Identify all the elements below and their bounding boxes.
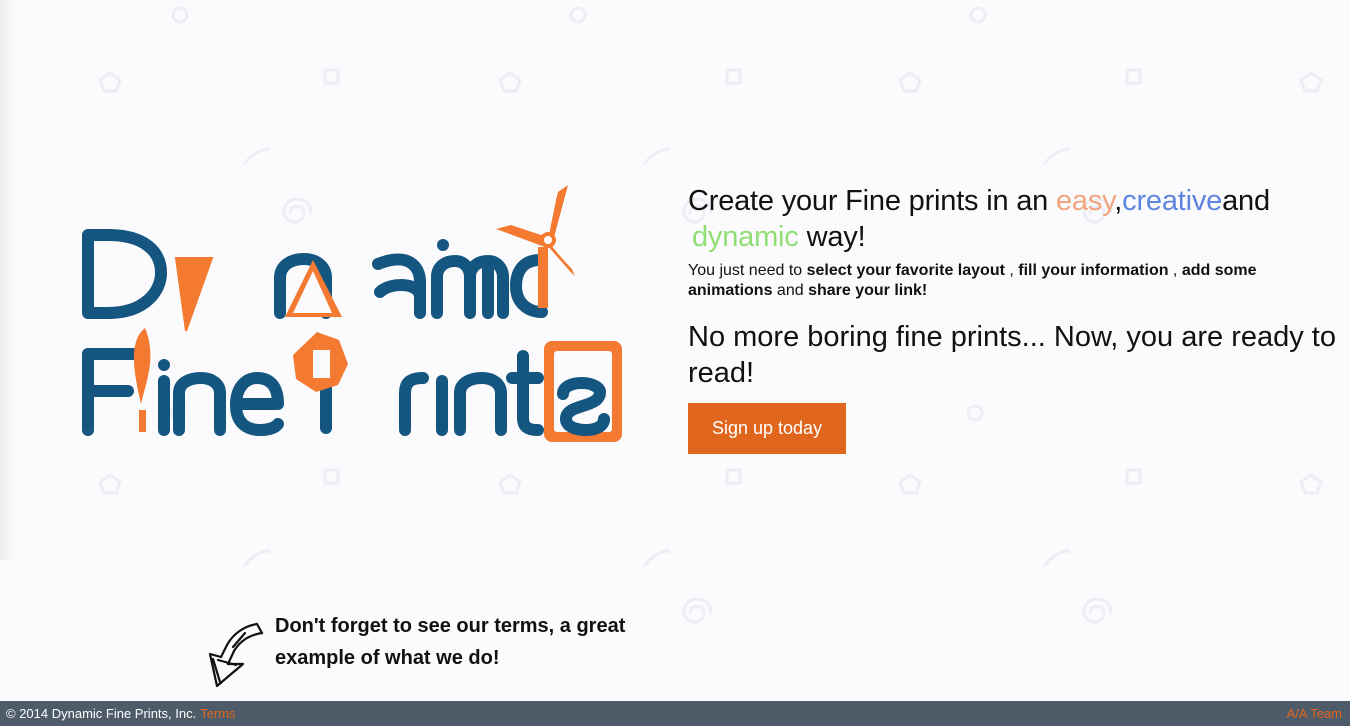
logo-graphic — [82, 185, 622, 442]
dynamic-fine-prints-logo — [70, 180, 640, 460]
headline-and-word: and — [1222, 185, 1270, 217]
sign-up-button[interactable]: Sign up today — [688, 403, 846, 454]
headline-comma: , — [1114, 185, 1123, 217]
copyright-text: © 2014 Dynamic Fine Prints, Inc. — [6, 706, 197, 721]
subcopy-separator-3: and — [772, 282, 809, 299]
footer-left: © 2014 Dynamic Fine Prints, Inc. Terms — [6, 701, 236, 726]
site-footer: © 2014 Dynamic Fine Prints, Inc. Terms A/… — [0, 701, 1350, 726]
subcopy-step-share: share your link! — [808, 282, 928, 299]
terms-note-text: Don't forget to see our terms, a great e… — [275, 615, 626, 669]
headline-suffix: way! — [806, 221, 866, 253]
headline-prefix: Create your Fine prints in an — [688, 185, 1056, 217]
headline-easy-word: easy — [1055, 185, 1115, 217]
arrow-icon — [208, 622, 264, 688]
terms-callout: Don't forget to see our terms, a great e… — [205, 610, 665, 695]
subcopy-separator-2: , — [1168, 262, 1182, 279]
headline-creative-word: creative — [1122, 185, 1223, 217]
hero-subcopy: You just need to select your favorite la… — [688, 261, 1328, 301]
hero-headline: Create your Fine prints in an easy,creat… — [688, 183, 1338, 255]
subcopy-lead: You just need to — [688, 262, 807, 279]
hero-tagline: No more boring fine prints... Now, you a… — [688, 321, 1336, 389]
subcopy-step-information: fill your information — [1018, 262, 1169, 279]
subcopy-separator-1: , — [1004, 262, 1019, 279]
hero-content: Create your Fine prints in an easy,creat… — [688, 183, 1338, 454]
team-credit: A/A Team — [1286, 706, 1342, 721]
headline-dynamic-word: dynamic — [692, 221, 799, 253]
subcopy-step-layout: select your favorite layout — [806, 262, 1005, 279]
terms-link[interactable]: Terms — [200, 706, 235, 721]
page: Create your Fine prints in an easy,creat… — [0, 0, 1350, 726]
left-edge-shadow — [0, 0, 18, 560]
